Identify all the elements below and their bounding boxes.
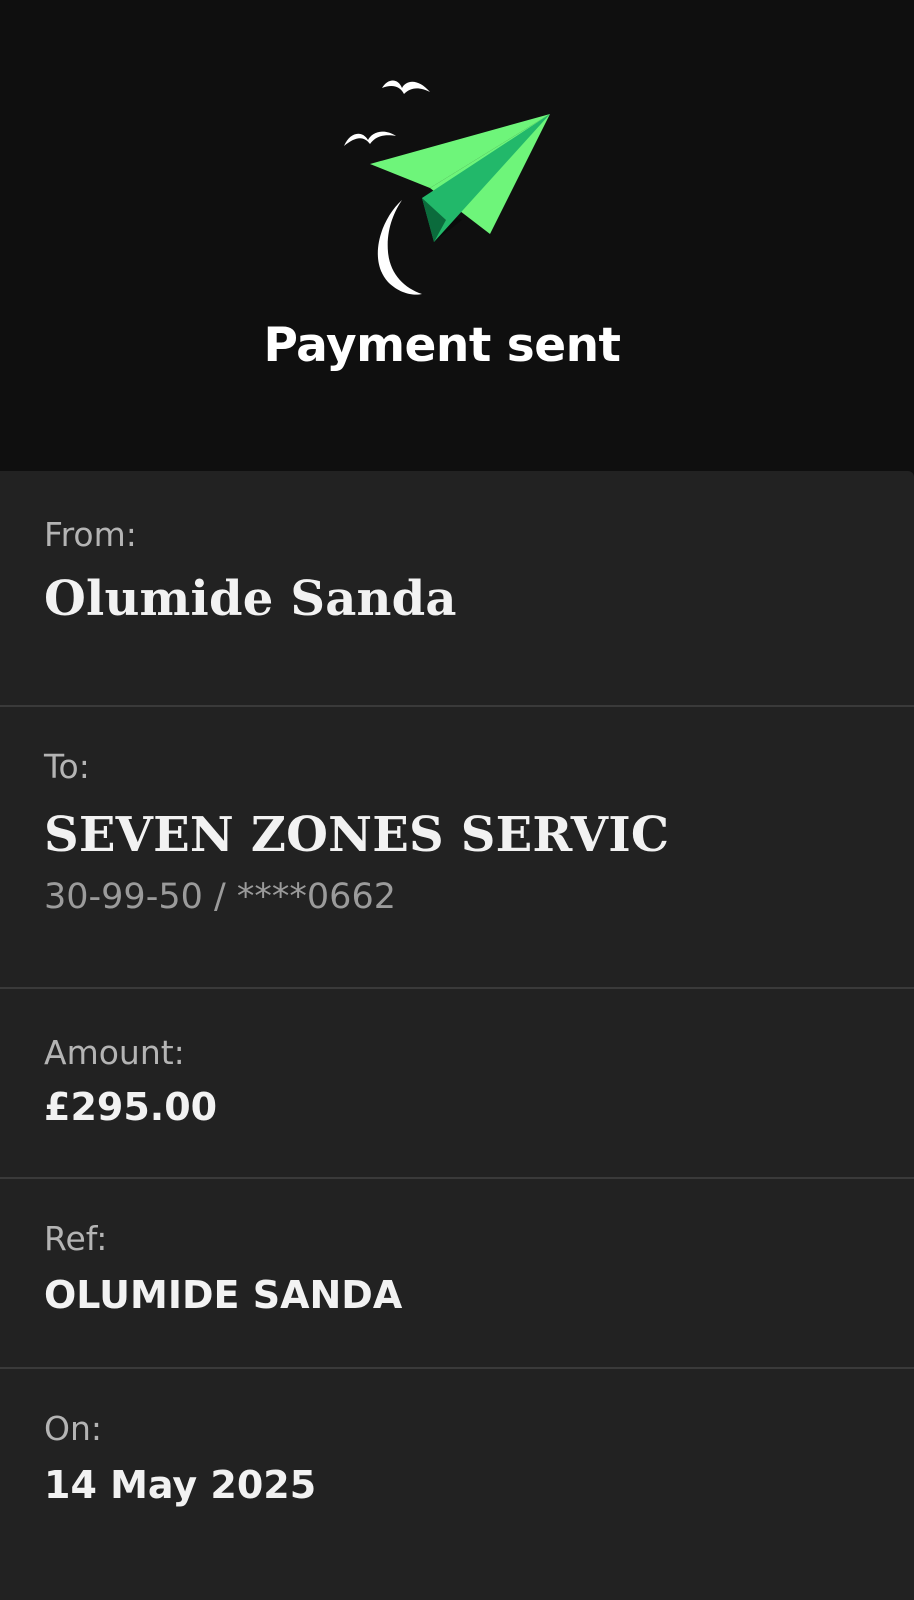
- paper-plane-with-birds-icon: [344, 80, 550, 295]
- to-account-number: 30-99-50 / ****0662: [44, 877, 396, 917]
- from-label: From:: [44, 515, 137, 554]
- from-row: From: Olumide Sanda: [0, 471, 914, 707]
- ref-row: Ref: OLUMIDE SANDA: [0, 1179, 914, 1369]
- date-label: On:: [44, 1409, 103, 1448]
- bird-icon: [344, 131, 396, 146]
- amount-row: Amount: £295.00: [0, 989, 914, 1179]
- ref-value: OLUMIDE SANDA: [44, 1273, 403, 1317]
- to-value: SEVEN ZONES SERVIC: [44, 807, 670, 863]
- ref-label: Ref:: [44, 1219, 108, 1258]
- page-title: Payment sent: [263, 318, 621, 373]
- to-label: To:: [44, 747, 90, 786]
- bird-icon: [382, 80, 430, 94]
- header: Payment sent: [0, 0, 914, 471]
- amount-value: £295.00: [44, 1085, 218, 1129]
- from-value: Olumide Sanda: [44, 571, 457, 627]
- to-row: To: SEVEN ZONES SERVIC 30-99-50 / ****06…: [0, 707, 914, 989]
- date-value: 14 May 2025: [44, 1463, 317, 1507]
- date-row: On: 14 May 2025: [0, 1369, 914, 1600]
- trail-icon: [377, 200, 422, 295]
- payment-details-card: From: Olumide Sanda To: SEVEN ZONES SERV…: [0, 471, 914, 1600]
- amount-label: Amount:: [44, 1033, 185, 1072]
